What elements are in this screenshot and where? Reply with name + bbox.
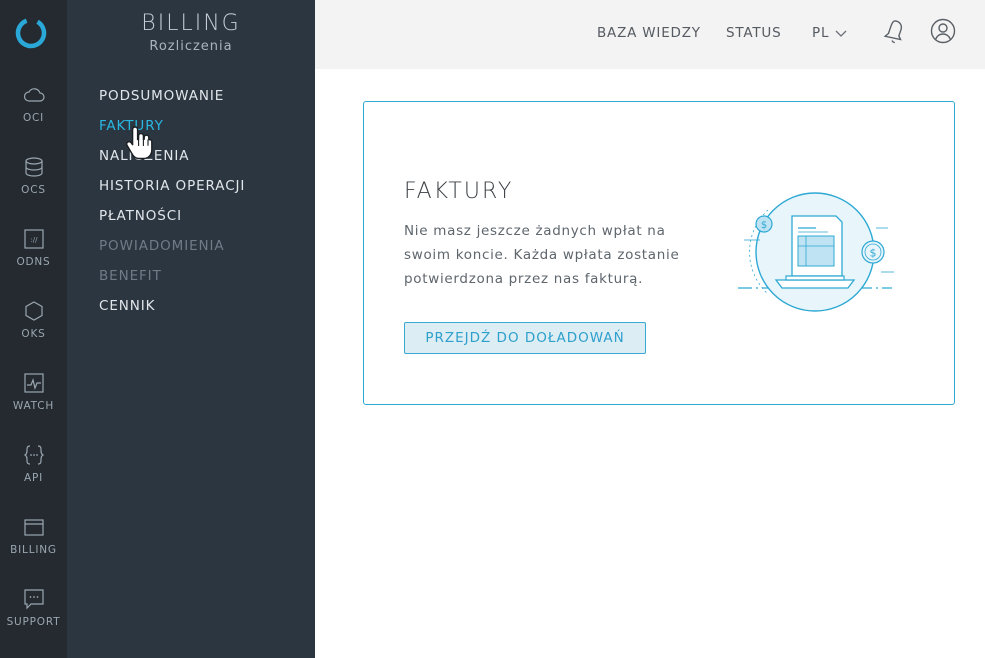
billing-sidebar: BILLING Rozliczenia PODSUMOWANIE FAKTURY… [67, 0, 315, 658]
rail-item-label: SUPPORT [6, 616, 61, 628]
bell-icon[interactable] [883, 18, 907, 44]
rail-item-support[interactable]: SUPPORT [0, 588, 67, 648]
dns-icon: :// [23, 229, 44, 249]
database-icon [24, 157, 43, 177]
menu-item-podsumowanie[interactable]: PODSUMOWANIE [99, 86, 245, 116]
rail-item-label: OKS [21, 328, 46, 340]
invoice-illustration-icon: $ $ [738, 192, 894, 312]
menu-item-powiadomienia: POWIADOMIENIA [99, 238, 225, 254]
rail-item-billing[interactable]: BILLING [0, 516, 67, 576]
chat-icon [23, 589, 44, 610]
rail-item-label: OCI [22, 112, 45, 124]
menu-item-cennik[interactable]: CENNIK [99, 296, 245, 326]
rail-item-watch[interactable]: WATCH [0, 372, 67, 432]
menu-item-platnosci[interactable]: PŁATNOŚCI [99, 206, 245, 236]
sidebar-subtitle: Rozliczenia [149, 39, 233, 54]
chevron-down-icon[interactable] [834, 26, 848, 40]
card-title: FAKTURY [404, 179, 514, 204]
knowledge-base-link[interactable]: BAZA WIEDZY [597, 25, 701, 41]
svg-text:$: $ [761, 220, 767, 231]
status-link[interactable]: STATUS [726, 25, 781, 41]
billing-menu: PODSUMOWANIE FAKTURY NALICZENIA HISTORIA… [99, 86, 245, 326]
rail-item-oci[interactable]: OCI [0, 84, 67, 144]
menu-item-naliczenia[interactable]: NALICZENIA [99, 146, 245, 176]
top-bar: BAZA WIEDZY STATUS PL [315, 0, 985, 69]
invoices-empty-card: FAKTURY Nie masz jeszcze żadnych wpłat n… [363, 101, 955, 405]
rail-item-label: WATCH [12, 400, 55, 412]
svg-text:$: $ [870, 247, 877, 260]
app-rail: OCI OCS :// ODNS OKS WATCH API BILLING S… [0, 0, 67, 658]
rail-item-oks[interactable]: OKS [0, 300, 67, 360]
sidebar-title: BILLING [141, 11, 241, 36]
card-description: Nie masz jeszcze żadnych wpłat na swoim … [404, 223, 680, 287]
braces-icon [23, 445, 44, 465]
menu-item-historia-operacji[interactable]: HISTORIA OPERACJI [99, 176, 245, 206]
menu-item-benefit: BENEFIT [99, 268, 162, 284]
language-selector[interactable]: PL [812, 25, 829, 41]
monitor-icon [23, 373, 44, 393]
brand-logo[interactable] [15, 16, 47, 50]
user-account-icon[interactable] [930, 18, 956, 44]
rail-item-label: OCS [21, 184, 46, 196]
rail-item-label: BILLING [10, 544, 57, 556]
rail-item-odns[interactable]: :// ODNS [0, 228, 67, 288]
menu-item-faktury[interactable]: FAKTURY [99, 116, 245, 146]
go-to-top-ups-button[interactable]: PRZEJDŹ DO DOŁADOWAŃ [404, 322, 646, 354]
hand-cursor-icon [125, 126, 153, 160]
cloud-icon [23, 88, 45, 102]
rail-item-api[interactable]: API [0, 444, 67, 504]
hexagon-icon [24, 301, 43, 321]
rail-item-label: API [23, 472, 43, 484]
rail-item-label: ODNS [16, 256, 51, 268]
wallet-icon [23, 519, 44, 536]
svg-text:://: :// [30, 236, 38, 244]
rail-item-ocs[interactable]: OCS [0, 156, 67, 216]
